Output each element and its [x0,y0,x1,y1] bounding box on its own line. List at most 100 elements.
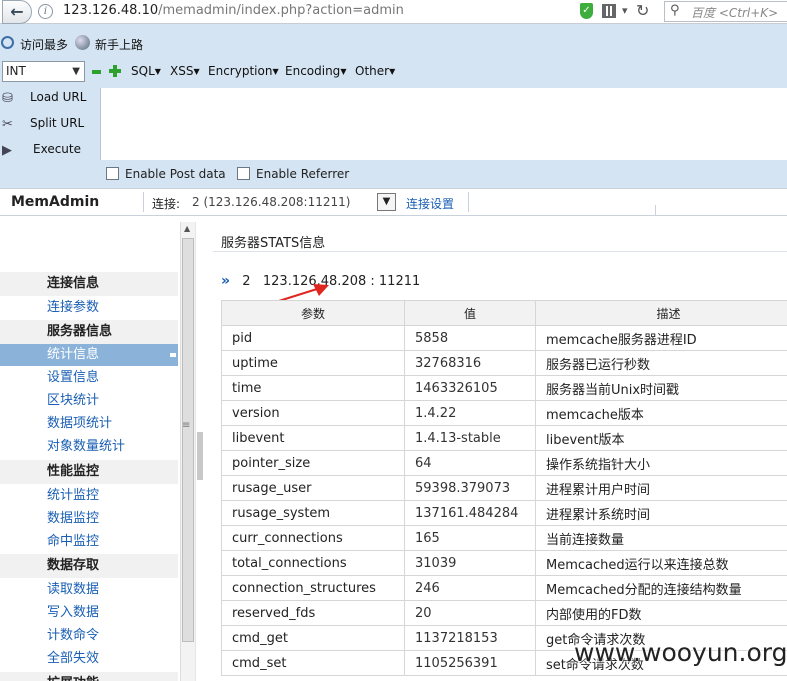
sidebar-item-stats[interactable]: 统计信息 [0,344,178,366]
menu-encryption[interactable]: Encryption▼ [208,64,279,78]
pane-splitter[interactable] [195,222,204,681]
sidebar-item-data-monitor[interactable]: 数据监控 [0,508,178,530]
page-title: 服务器STATS信息 [221,236,326,251]
scrollbar-thumb[interactable] [182,238,194,642]
enable-post-checkbox[interactable]: Enable Post data [106,167,226,183]
enable-referrer-checkbox[interactable]: Enable Referrer [237,167,349,183]
menu-xss[interactable]: XSS▼ [170,64,200,78]
value-cell: 59398.379073 [404,475,536,501]
execute-label: Execute [33,142,81,156]
url-field[interactable]: 123.126.48.10/memadmin/index.php?action=… [63,3,404,18]
table-row: libevent 1.4.13-stable libevent版本 [221,425,787,451]
column-header-param: 参数 [221,300,405,326]
sidebar: 连接信息 连接参数 服务器信息 统计信息 设置信息 区块统计 数据项统计 对象数… [0,222,180,681]
column-header-desc: 描述 [535,300,787,326]
table-row: reserved_fds 20 内部使用的FD数 [221,600,787,626]
value-cell: 32768316 [404,350,536,376]
description-cell: 服务器当前Unix时间戳 [535,375,787,401]
connection-settings-link[interactable]: 连接设置 [406,195,454,212]
sidebar-group-data-access: 数据存取 [0,554,178,578]
site-info-icon[interactable]: i [38,4,53,19]
caret-icon: ▼ [389,67,396,76]
sidebar-item-settings[interactable]: 设置信息 [0,367,178,389]
sidebar-item-slabs[interactable]: 区块统计 [0,390,178,412]
caret-icon: ▼ [154,67,161,76]
scroll-up-icon[interactable]: ▲ [184,224,190,233]
sidebar-scrollbar[interactable]: ▲ ≡ [180,222,195,681]
enable-referrer-label: Enable Referrer [256,167,350,181]
param-cell: cmd_set [221,650,405,676]
plus-icon[interactable] [109,65,121,77]
checkbox-box[interactable] [237,167,250,180]
sidebar-item-counter[interactable]: 计数命令 [0,625,178,647]
table-row: rusage_user 59398.379073 进程累计用户时间 [221,475,787,501]
address-bar: ← i 123.126.48.10/memadmin/index.php?act… [0,0,787,24]
table-row: pid 5858 memcache服务器进程ID [221,325,787,351]
description-cell: 进程累计系统时间 [535,500,787,526]
value-cell: 246 [404,575,536,601]
bookmark-most-visited[interactable]: 访问最多 [20,36,68,53]
param-cell: libevent [221,425,405,451]
search-icon: ⚲ [670,3,680,18]
value-cell: 5858 [404,325,536,351]
bookmarks-toolbar: 访问最多 新手上路 [0,24,787,61]
minus-icon[interactable] [92,70,101,74]
watermark: www.wooyun.org [574,638,787,667]
dropdown-arrow-icon[interactable]: ▾ [622,4,628,17]
table-header-row: 参数 值 描述 [221,300,787,326]
sidebar-group-extensions: 扩展功能 [0,672,178,681]
back-arrow-icon[interactable]: ← [2,0,32,24]
table-row: rusage_system 137161.484284 进程累计系统时间 [221,500,787,526]
param-cell: time [221,375,405,401]
menu-other-label: Other [355,64,390,78]
splitter-handle[interactable] [197,432,203,480]
menu-encoding-label: Encoding [285,64,341,78]
sidebar-item-hit-monitor[interactable]: 命中监控 [0,531,178,553]
value-cell: 165 [404,525,536,551]
description-cell: libevent版本 [535,425,787,451]
caret-icon: ▼ [340,67,347,76]
param-cell: uptime [221,350,405,376]
sidebar-item-items[interactable]: 数据项统计 [0,413,178,435]
menu-encryption-label: Encryption [208,64,273,78]
type-select[interactable]: INT ▼ [2,61,85,82]
connection-label: 连接: [152,197,181,211]
divider [143,192,144,212]
sidebar-item-stats-monitor[interactable]: 统计监控 [0,485,178,507]
search-icon [1,36,14,49]
column-header-value: 值 [404,300,536,326]
menu-other[interactable]: Other▼ [355,64,395,78]
shield-icon[interactable]: ✓ [580,3,593,19]
sidebar-item-object-count[interactable]: 对象数量统计 [0,436,178,458]
table-row: curr_connections 165 当前连接数量 [221,525,787,551]
main-content: 服务器STATS信息 » 2 123.126.48.208 : 11211 参数… [205,216,787,681]
param-cell: connection_structures [221,575,405,601]
sidebar-group-connection: 连接信息 [0,272,178,296]
menu-sql[interactable]: SQL▼ [131,64,161,78]
reload-icon[interactable]: ↻ [636,1,649,20]
description-cell: 当前连接数量 [535,525,787,551]
menu-encoding[interactable]: Encoding▼ [285,64,346,78]
sidebar-group-server: 服务器信息 [0,320,178,344]
sidebar-group-monitor: 性能监控 [0,460,178,484]
qr-code-icon[interactable] [602,4,616,18]
load-url-button[interactable]: ⛁ Load URL [0,87,100,111]
value-cell: 31039 [404,550,536,576]
sidebar-item-write-data[interactable]: 写入数据 [0,602,178,624]
hackbar-url-textarea[interactable] [100,88,787,160]
sidebar-item-connection-params[interactable]: 连接参数 [0,297,178,319]
connection-dropdown[interactable]: ▼ [377,193,396,211]
split-url-button[interactable]: ✂ Split URL [0,113,100,137]
scissors-icon: ✂ [2,117,13,132]
enable-post-label: Enable Post data [125,167,226,181]
play-icon: ▶ [2,143,12,158]
sidebar-item-read-data[interactable]: 读取数据 [0,579,178,601]
sidebar-item-flush-all[interactable]: 全部失效 [0,648,178,670]
checkbox-box[interactable] [106,167,119,180]
param-cell: rusage_user [221,475,405,501]
param-cell: rusage_system [221,500,405,526]
param-cell: version [221,400,405,426]
execute-button[interactable]: ▶ Execute [0,139,100,163]
bookmark-getting-started[interactable]: 新手上路 [95,36,143,53]
search-input[interactable]: ⚲ 百度 <Ctrl+K> [664,1,787,22]
